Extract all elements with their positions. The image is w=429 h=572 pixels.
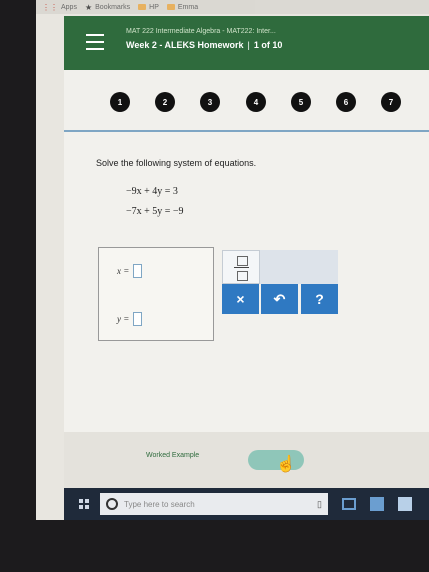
footer-area: Worked Example ☝ (64, 432, 429, 488)
cortana-icon (106, 498, 118, 510)
folder-icon (166, 4, 175, 10)
question-position: 1 of 10 (253, 40, 283, 50)
undo-arrow-icon: ↶ (273, 290, 286, 307)
bookmark-label: Bookmarks (95, 3, 131, 11)
bookmark-hp[interactable]: HP (138, 4, 159, 11)
problem-prompt: Solve the following system of equations. (96, 158, 257, 168)
task-view-icon[interactable] (342, 498, 356, 510)
help-button[interactable]: ? (301, 284, 338, 314)
star-icon: ★ (84, 2, 93, 12)
equation-1: −9x + 4y = 3 (126, 186, 178, 197)
windows-taskbar: Type here to search ▯ (64, 488, 429, 520)
question-dot-6[interactable]: 6 (336, 92, 356, 112)
microphone-icon[interactable]: ▯ (317, 499, 322, 510)
question-dot-7[interactable]: 7 (381, 92, 401, 112)
question-dot-5[interactable]: 5 (291, 92, 311, 112)
folder-icon (138, 4, 147, 10)
equation-2: −7x + 5y = −9 (126, 206, 184, 217)
assignment-line: Week 2 - ALEKS Homework | 1 of 10 (126, 40, 282, 50)
apps-grid-icon: ⋮⋮ (42, 2, 58, 12)
windows-start-icon[interactable] (74, 494, 94, 514)
fraction-button[interactable] (222, 250, 260, 284)
bookmark-label: Emma (177, 3, 199, 11)
store-icon[interactable] (370, 497, 384, 511)
y-answer-row: y = (117, 312, 143, 326)
bookmark-label: HP (149, 3, 159, 11)
course-title: MAT 222 Intermediate Algebra - MAT222: I… (126, 28, 276, 35)
search-placeholder: Type here to search (124, 499, 195, 509)
worked-example-link[interactable]: Worked Example (146, 452, 199, 459)
math-palette (222, 250, 338, 284)
question-progress: 1 2 3 4 5 6 7 (64, 70, 429, 132)
question-dot-4[interactable]: 4 (246, 92, 266, 112)
aleks-header: MAT 222 Intermediate Algebra - MAT222: I… (64, 16, 429, 70)
assignment-title: Week 2 - ALEKS Homework (126, 40, 244, 50)
x-answer-row: x = (117, 264, 143, 278)
bookmarks-bar: ⋮⋮ Apps ★ Bookmarks HP Emma (36, 0, 429, 14)
hamburger-menu-icon[interactable] (86, 34, 104, 50)
bookmark-emma[interactable]: Emma (166, 3, 199, 11)
shopping-bag-icon[interactable] (398, 497, 412, 511)
screen: ⋮⋮ Apps ★ Bookmarks HP Emma MAT 222 Inte… (36, 0, 429, 520)
question-dot-3[interactable]: 3 (200, 92, 220, 112)
x-label: x = (117, 266, 130, 276)
bookmark-bookmarks[interactable]: ★ Bookmarks (85, 3, 130, 12)
x-input[interactable] (133, 264, 143, 278)
bookmark-label: Apps (61, 3, 77, 11)
separator: | (247, 40, 250, 50)
question-dot-1[interactable]: 1 (110, 92, 130, 112)
fraction-icon (237, 256, 248, 266)
undo-button[interactable]: ↶ (261, 284, 298, 314)
answer-box: x = y = (98, 247, 214, 341)
clear-button[interactable]: × (222, 284, 259, 314)
taskbar-search[interactable]: Type here to search ▯ (100, 493, 328, 515)
problem-area: Solve the following system of equations.… (64, 132, 429, 432)
y-label: y = (117, 314, 130, 324)
question-dot-2[interactable]: 2 (155, 92, 175, 112)
hand-cursor-icon: ☝ (276, 456, 296, 473)
bookmark-apps[interactable]: ⋮⋮ Apps (42, 3, 77, 12)
y-input[interactable] (133, 312, 143, 326)
